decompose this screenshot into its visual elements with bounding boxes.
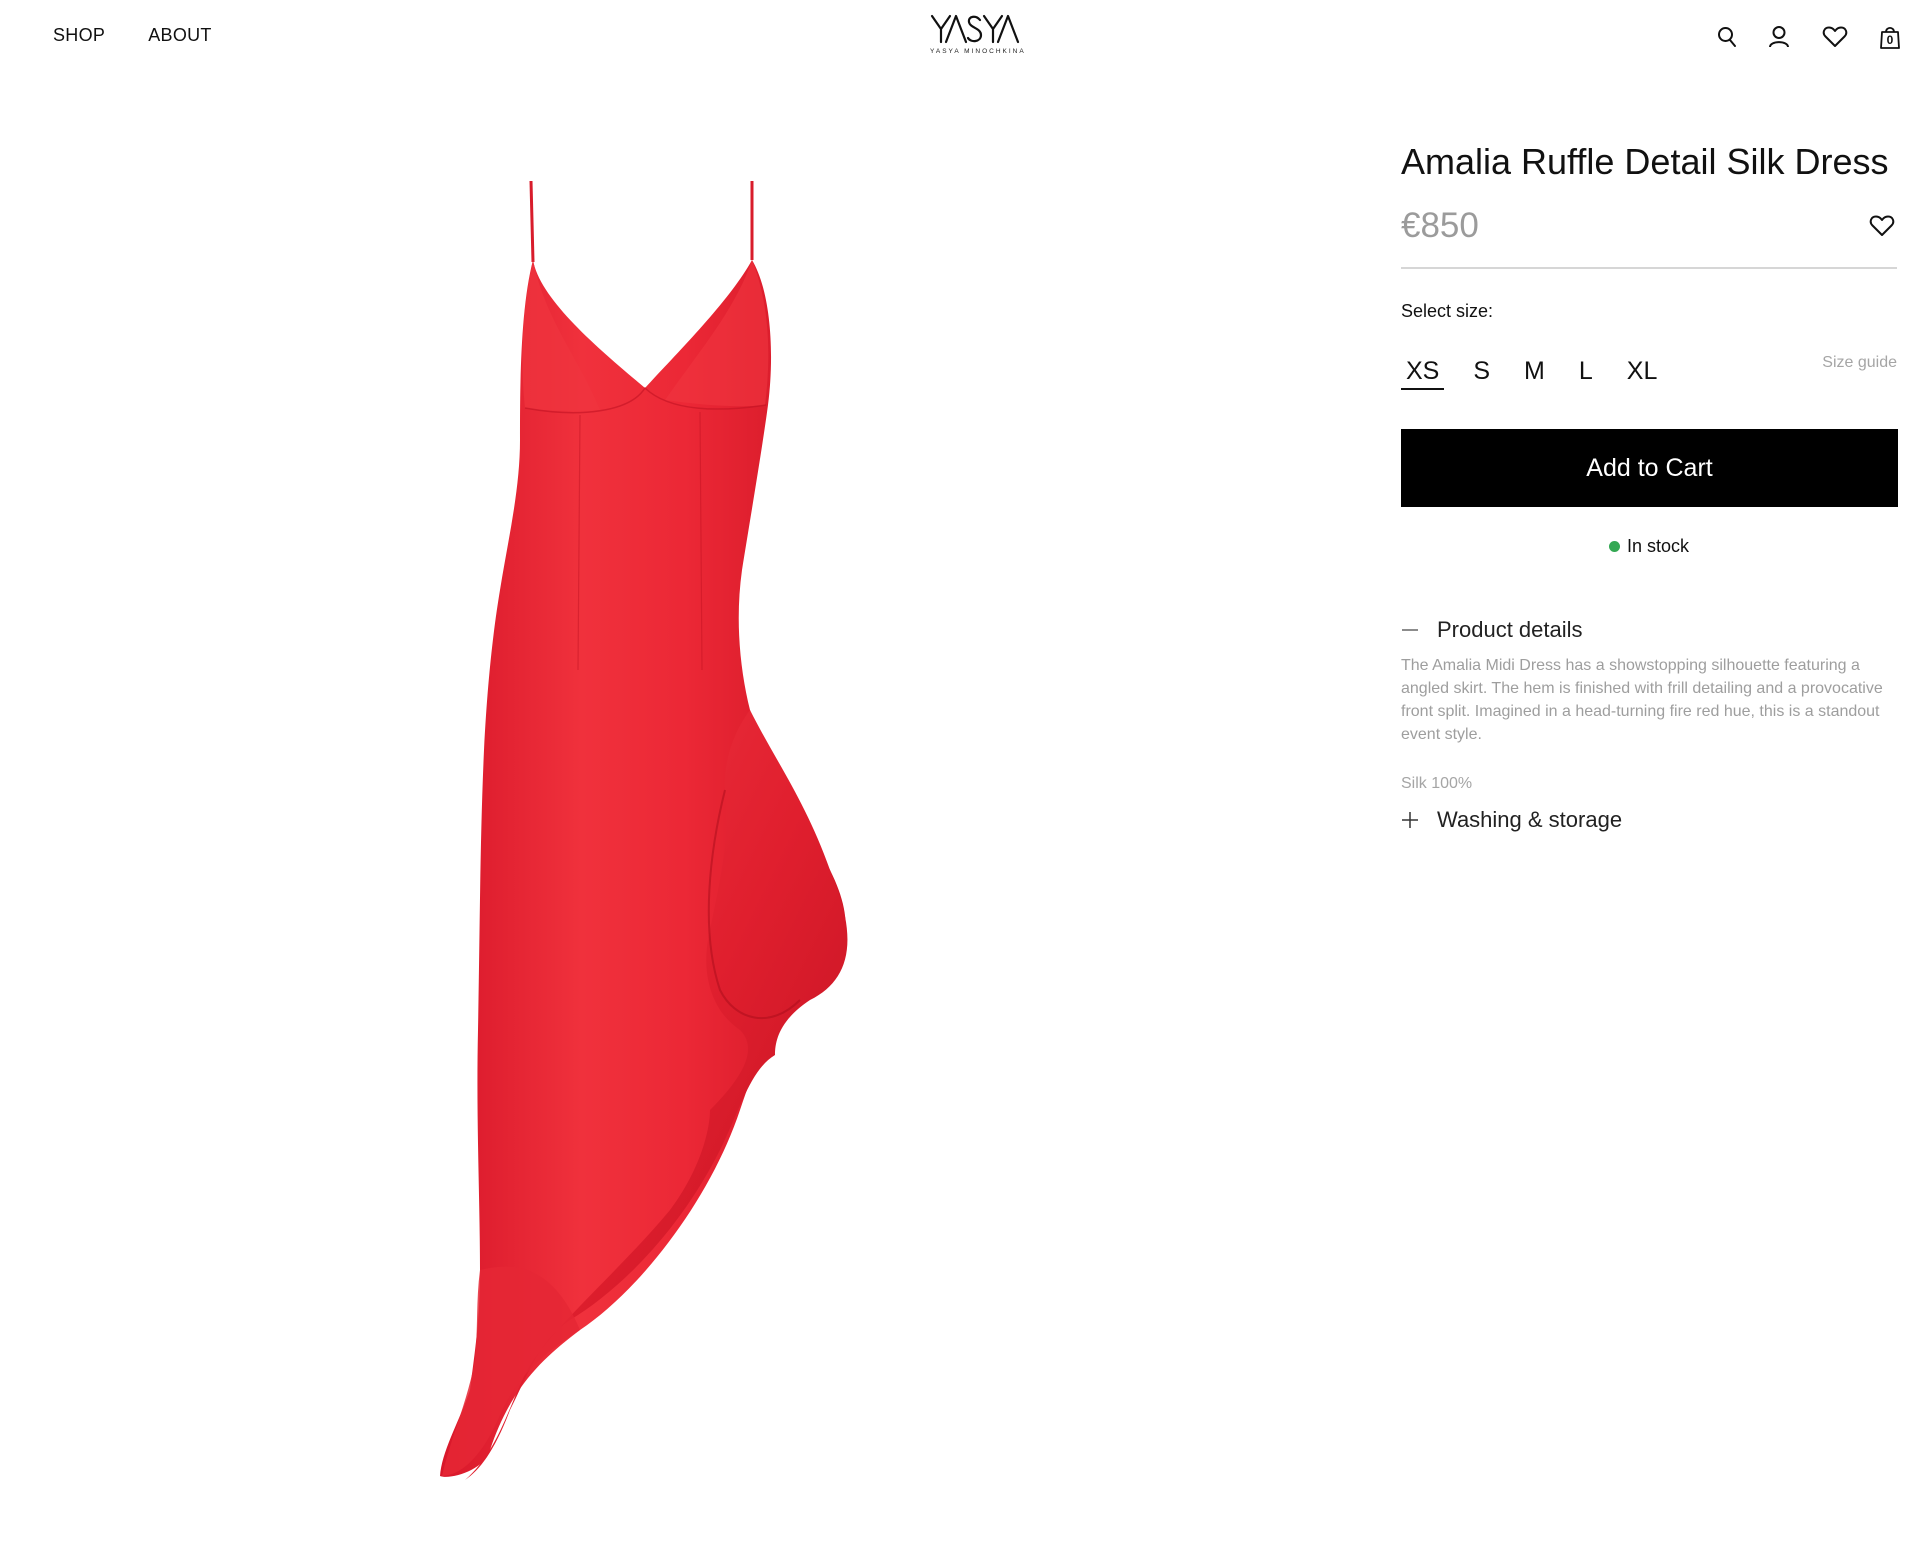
collapse-minus-icon — [1401, 628, 1421, 632]
product-info: Amalia Ruffle Detail Silk Dress €850 Sel… — [1401, 136, 1898, 833]
select-size-label: Select size: — [1401, 301, 1494, 321]
expand-plus-icon — [1401, 811, 1421, 829]
size-option-xs[interactable]: XS — [1401, 354, 1445, 390]
size-option-s[interactable]: S — [1468, 354, 1495, 390]
cart-count: 0 — [1886, 33, 1894, 47]
cart-icon[interactable]: 0 — [1873, 20, 1907, 54]
product-title: Amalia Ruffle Detail Silk Dress — [1401, 141, 1889, 182]
size-option-l[interactable]: L — [1574, 354, 1598, 390]
brand-logo-subtitle: YASYA MINOCHKINA — [930, 48, 1026, 55]
heart-icon — [1869, 215, 1895, 236]
nav-shop-link[interactable]: SHOP — [53, 25, 105, 46]
size-option-m[interactable]: M — [1519, 354, 1550, 390]
size-guide-link[interactable]: Size guide — [1822, 354, 1897, 372]
product-details-label: Product details — [1437, 617, 1583, 642]
brand-logo[interactable]: YASYA MINOCHKINA — [930, 12, 1026, 62]
nav-about-link[interactable]: ABOUT — [148, 25, 212, 46]
stock-status: In stock — [1401, 536, 1897, 557]
wishlist-icon[interactable] — [1818, 20, 1852, 54]
washing-storage-toggle[interactable]: Washing & storage — [1401, 807, 1897, 833]
product-price: €850 — [1401, 206, 1479, 245]
add-to-cart-button[interactable]: Add to Cart — [1401, 429, 1898, 507]
product-details-accordion: Product details The Amalia Midi Dress ha… — [1401, 617, 1897, 793]
product-material: Silk 100% — [1401, 775, 1473, 792]
product-description: The Amalia Midi Dress has a showstopping… — [1401, 657, 1883, 743]
product-image[interactable] — [380, 150, 940, 1530]
red-dress-image — [440, 180, 848, 1480]
account-icon[interactable] — [1762, 20, 1796, 54]
site-header: SHOP ABOUT YASYA MINOCHKINA 0 — [0, 0, 1920, 74]
washing-storage-label: Washing & storage — [1437, 807, 1623, 832]
product-details-toggle[interactable]: Product details — [1401, 617, 1897, 643]
price-row: €850 — [1401, 203, 1897, 249]
size-selector: XS S M L XL Size guide — [1401, 354, 1897, 394]
washing-storage-accordion: Washing & storage — [1401, 807, 1897, 833]
stock-indicator-dot — [1608, 541, 1620, 552]
search-icon[interactable] — [1710, 20, 1744, 54]
stock-status-text: In stock — [1626, 536, 1690, 556]
price-divider — [1401, 267, 1897, 269]
brand-logo-mark — [930, 14, 1020, 44]
add-to-wishlist-button[interactable] — [1867, 211, 1897, 241]
main-nav: SHOP ABOUT — [53, 25, 212, 46]
size-option-xl[interactable]: XL — [1622, 354, 1663, 390]
